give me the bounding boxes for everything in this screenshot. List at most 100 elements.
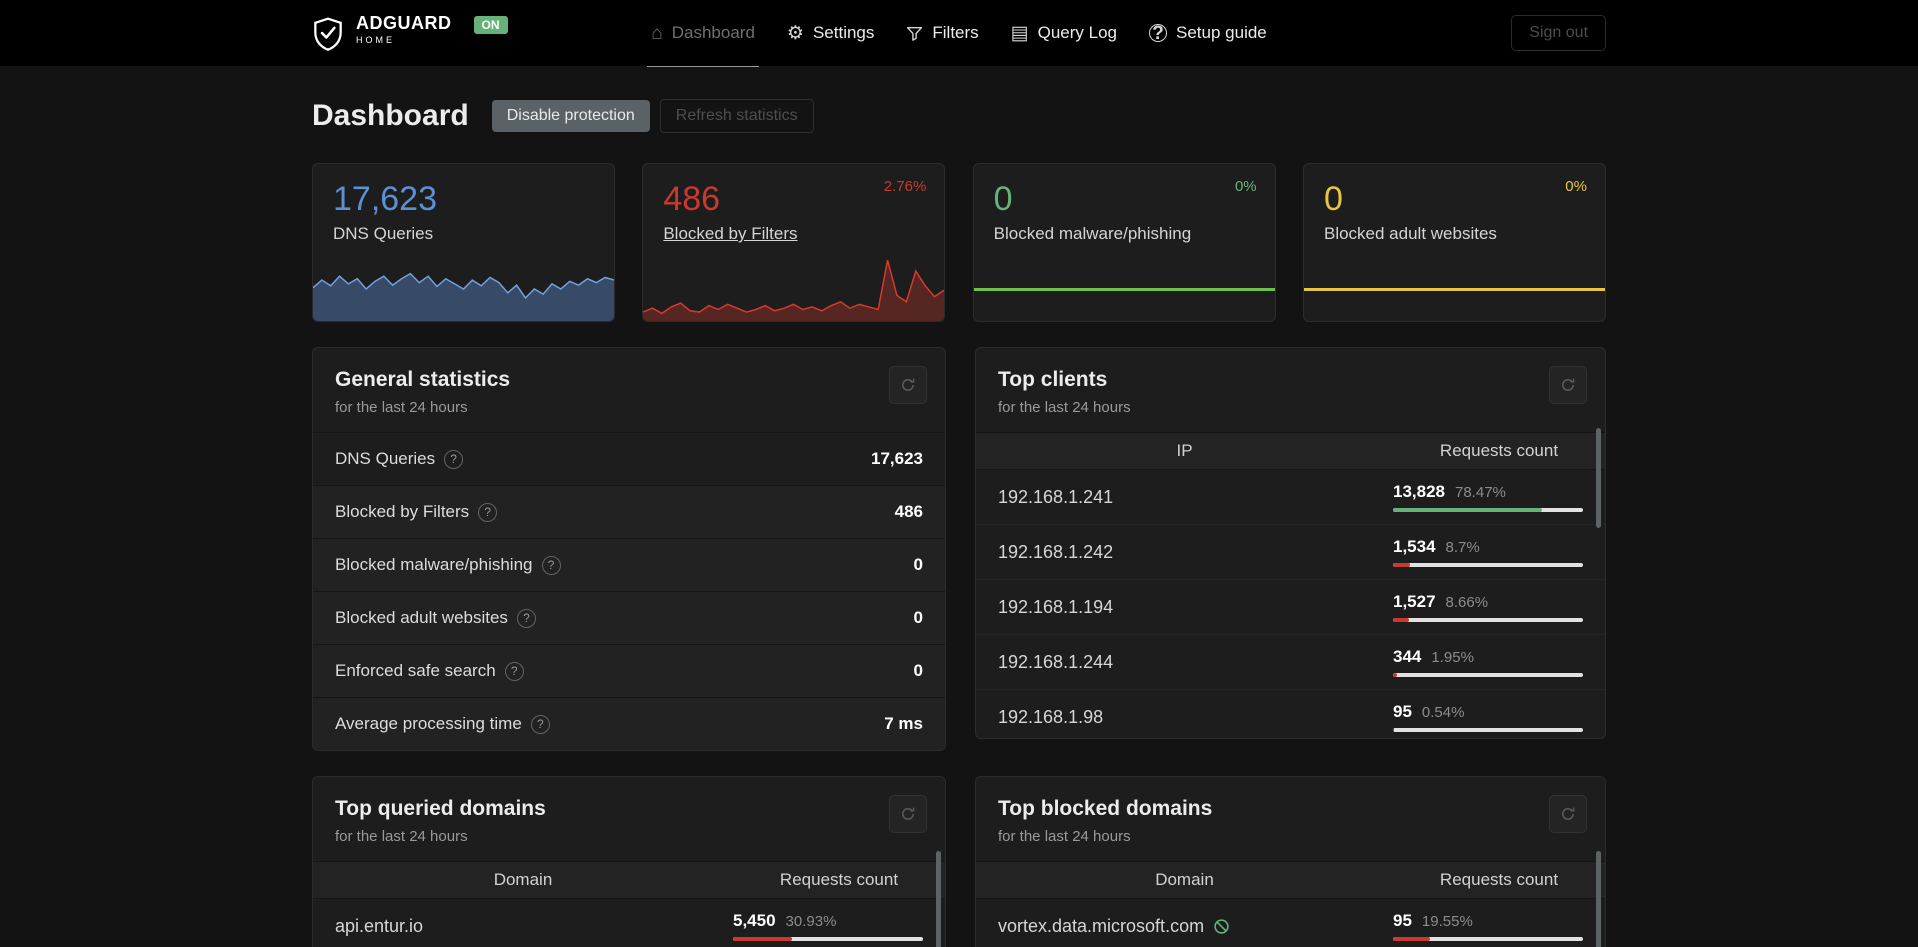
shield-check-logo-icon xyxy=(314,17,342,51)
help-icon[interactable] xyxy=(444,449,464,469)
domain-link[interactable]: vortex.data.microsoft.com xyxy=(998,916,1230,937)
client-ip-link[interactable]: 192.168.1.194 xyxy=(998,597,1113,618)
requests-count-column-header: Requests count xyxy=(779,870,899,889)
nav-settings-label: Settings xyxy=(812,23,875,42)
refresh-statistics-button[interactable]: Refresh statistics xyxy=(659,99,814,133)
requests-count-column-header: Requests count xyxy=(1439,441,1559,460)
blocked-malware-card: 0 Blocked malware/phishing 0% xyxy=(972,163,1276,322)
stats-row-label: Blocked adult websites xyxy=(335,608,508,627)
general-statistics-card: General statistics for the last 24 hours… xyxy=(312,347,946,751)
requests-percent: 1.95% xyxy=(1431,649,1474,666)
refresh-top-queried-button[interactable] xyxy=(889,795,927,833)
progress-bar xyxy=(1393,508,1583,512)
top-blocked-domains-card: Top blocked domains for the last 24 hour… xyxy=(975,776,1606,947)
client-ip-link[interactable]: 192.168.1.242 xyxy=(998,542,1113,563)
progress-bar-fill xyxy=(1393,563,1410,567)
client-ip-link[interactable]: 192.168.1.241 xyxy=(998,487,1113,508)
brand-sub: HOME xyxy=(356,34,395,45)
blocked-malware-label: Blocked malware/phishing xyxy=(993,224,1192,244)
refresh-icon xyxy=(1562,378,1575,391)
requests-count-block: 1,527 8.66% xyxy=(1393,592,1583,622)
stats-row: Blocked adult websites 0 xyxy=(313,591,945,644)
top-blocked-table-header: Domain Requests count xyxy=(976,861,1605,899)
requests-count: 1,527 xyxy=(1393,592,1436,611)
domain-row: api.entur.io 5,450 30.93% xyxy=(313,899,945,947)
stats-row: Average processing time 7 ms xyxy=(313,697,945,750)
page-title: Dashboard xyxy=(312,99,469,132)
client-ip-link[interactable]: 192.168.1.244 xyxy=(998,652,1113,673)
top-blocked-domains-title: Top blocked domains xyxy=(998,797,1213,820)
top-queried-domains-card: Top queried domains for the last 24 hour… xyxy=(312,776,946,947)
top-clients-subtitle: for the last 24 hours xyxy=(998,399,1131,416)
nav-query-log-label: Query Log xyxy=(1037,23,1118,42)
stats-row: Enforced safe search 0 xyxy=(313,644,945,697)
progress-bar xyxy=(1393,673,1583,677)
filter-funnel-icon xyxy=(906,25,923,42)
top-clients-table-header: IP Requests count xyxy=(976,432,1605,470)
requests-count-block: 95 0.54% xyxy=(1393,702,1583,732)
progress-bar xyxy=(1393,618,1583,622)
requests-count: 95 xyxy=(1393,702,1412,721)
general-statistics-subtitle: for the last 24 hours xyxy=(335,399,468,416)
blocked-malware-value: 0 xyxy=(993,180,1013,218)
nav-dashboard[interactable]: ⌂ Dashboard xyxy=(647,0,759,67)
requests-count: 13,828 xyxy=(1393,482,1445,501)
top-queried-domains-title: Top queried domains xyxy=(335,797,546,820)
help-icon[interactable] xyxy=(530,714,550,734)
blocked-adult-flatline xyxy=(1303,288,1605,291)
refresh-icon xyxy=(902,807,915,820)
progress-bar-fill xyxy=(1393,673,1397,677)
help-icon[interactable] xyxy=(541,555,561,575)
nav-filters[interactable]: Filters xyxy=(906,0,979,66)
top-clients-title: Top clients xyxy=(998,368,1108,391)
disable-protection-button[interactable]: Disable protection xyxy=(491,100,650,132)
stats-row-label: Enforced safe search xyxy=(335,661,496,680)
blocked-adult-card: 0 Blocked adult websites 0% xyxy=(1302,163,1606,322)
query-log-icon: ▤ xyxy=(1010,22,1029,44)
blocked-by-filters-link[interactable]: Blocked by Filters xyxy=(663,224,924,244)
nav-setup-guide[interactable]: Setup guide xyxy=(1149,0,1267,66)
stats-row: Blocked malware/phishing 0 xyxy=(313,538,945,591)
dns-queries-card: 17,623 DNS Queries xyxy=(312,163,615,322)
stats-row-value: 7 ms xyxy=(884,714,923,733)
scrollbar-thumb[interactable] xyxy=(936,851,941,947)
blocked-circle-slash-icon xyxy=(1214,918,1229,934)
blocked-by-filters-sparkline xyxy=(643,257,945,321)
help-icon[interactable] xyxy=(504,661,524,681)
domain-column-header: Domain xyxy=(1155,870,1214,889)
domain-link[interactable]: api.entur.io xyxy=(335,916,423,937)
nav-filters-label: Filters xyxy=(932,23,979,42)
top-blocked-domains-subtitle: for the last 24 hours xyxy=(998,828,1131,845)
dns-queries-label: DNS Queries xyxy=(333,224,434,244)
help-icon[interactable] xyxy=(516,608,536,628)
nav-settings[interactable]: ⚙ Settings xyxy=(787,0,874,66)
home-icon: ⌂ xyxy=(651,22,663,44)
requests-count-block: 5,450 30.93% xyxy=(733,911,923,941)
refresh-top-blocked-button[interactable] xyxy=(1549,795,1587,833)
scrollbar-thumb[interactable] xyxy=(1596,851,1601,947)
dns-queries-value: 17,623 xyxy=(333,180,437,218)
progress-bar xyxy=(1393,937,1583,941)
scrollbar-thumb[interactable] xyxy=(1596,428,1601,528)
stats-row-value: 0 xyxy=(913,608,923,627)
help-icon[interactable] xyxy=(478,502,498,522)
top-navbar: ADGUARD HOME ON ⌂ Dashboard ⚙ Settings F… xyxy=(0,0,1918,67)
refresh-general-statistics-button[interactable] xyxy=(889,366,927,404)
brand-text: ADGUARD HOME xyxy=(356,13,452,46)
requests-count: 95 xyxy=(1393,911,1412,930)
adguard-home-logo[interactable]: ADGUARD HOME ON xyxy=(312,13,651,52)
top-queried-table-header: Domain Requests count xyxy=(313,861,945,899)
domain-text: vortex.data.microsoft.com xyxy=(998,915,1205,936)
domain-column-header: Domain xyxy=(493,870,553,889)
page-header: Dashboard Disable protection Refresh sta… xyxy=(312,99,1606,133)
progress-bar-fill xyxy=(1393,508,1543,512)
client-row: 192.168.1.241 13,828 78.47% xyxy=(976,470,1605,525)
protection-on-badge: ON xyxy=(473,16,508,34)
refresh-top-clients-button[interactable] xyxy=(1549,366,1587,404)
progress-bar xyxy=(1393,728,1583,732)
refresh-icon xyxy=(902,378,915,391)
nav-query-log[interactable]: ▤ Query Log xyxy=(1011,0,1117,66)
client-ip-link[interactable]: 192.168.1.98 xyxy=(998,707,1103,728)
progress-bar-fill xyxy=(1393,618,1410,622)
sign-out-button[interactable]: Sign out xyxy=(1511,15,1607,51)
